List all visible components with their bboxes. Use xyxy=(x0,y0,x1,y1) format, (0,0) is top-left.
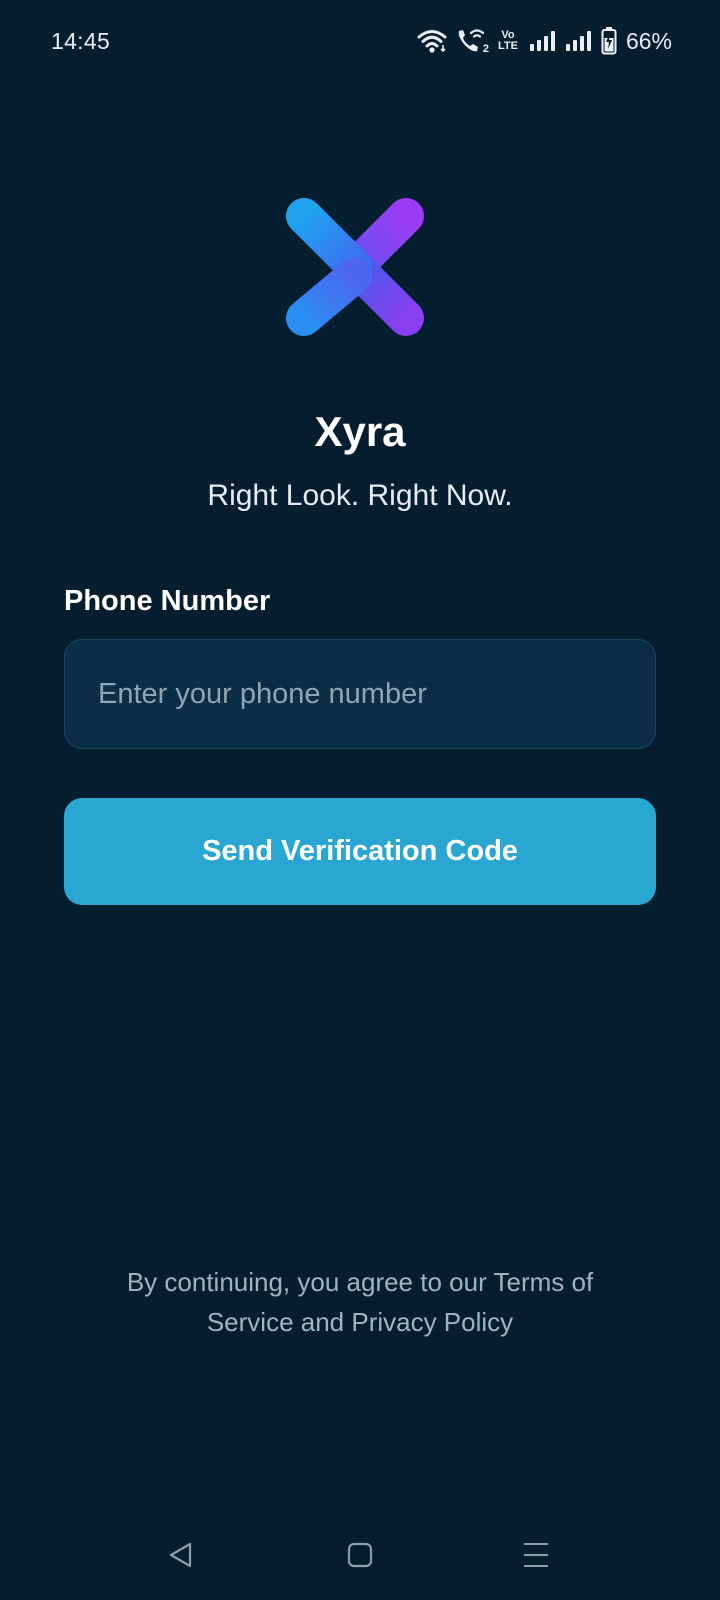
system-nav-bar xyxy=(0,1510,720,1600)
home-square-icon[interactable] xyxy=(335,1530,385,1580)
wifi-call-badge: 2 xyxy=(482,43,489,55)
app-name: Xyra xyxy=(314,408,406,455)
signal-sim1-icon xyxy=(529,30,557,52)
terms-notice: By continuing, you agree to our Terms of… xyxy=(126,1267,594,1337)
signal-sim2-icon xyxy=(565,30,593,52)
phone-number-label: Phone Number xyxy=(64,585,271,617)
status-icons: 2 Vo LTE 66% xyxy=(417,26,672,56)
volte-icon: Vo LTE xyxy=(495,30,521,52)
wifi-icon xyxy=(417,28,447,54)
wifi-calling-icon: 2 xyxy=(455,27,489,55)
status-bar: 14:45 2 Vo LTE 66% xyxy=(0,0,720,84)
volte-text-bottom: LTE xyxy=(497,40,518,52)
back-triangle-icon[interactable] xyxy=(156,1530,206,1580)
login-screen: 14:45 2 Vo LTE 66% Xyra Right Look. Righ… xyxy=(0,0,720,1600)
send-verification-code-button[interactable]: Send Verification Code xyxy=(64,798,656,905)
status-time: 14:45 xyxy=(51,28,111,54)
app-tagline: Right Look. Right Now. xyxy=(207,479,513,512)
phone-number-input[interactable] xyxy=(64,639,656,749)
x-logo-icon xyxy=(284,196,434,346)
battery-charging-icon xyxy=(601,27,617,55)
menu-lines-icon[interactable] xyxy=(511,1530,561,1580)
battery-percent: 66% xyxy=(625,27,672,54)
